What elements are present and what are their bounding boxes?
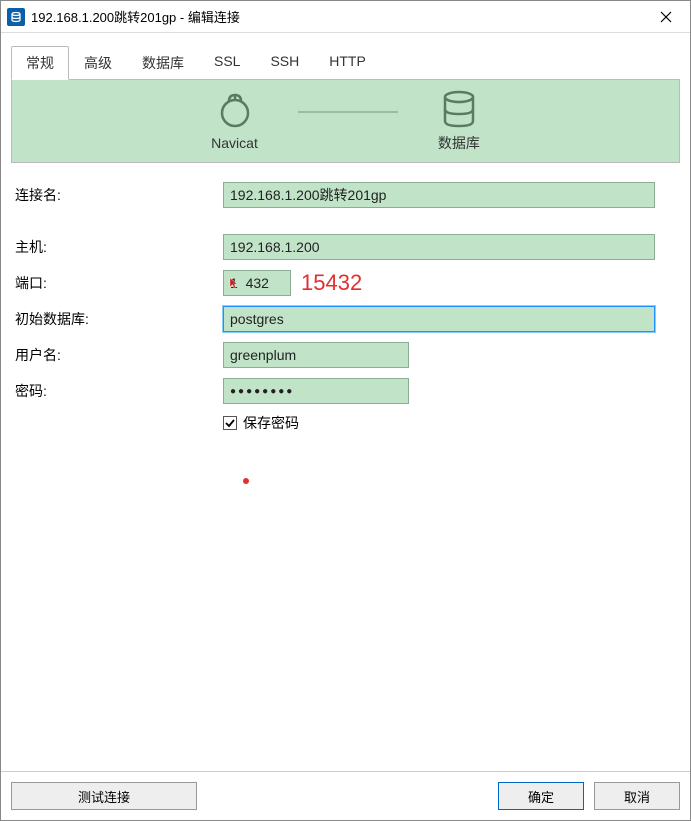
window-title: 192.168.1.200跳转201gp - 编辑连接 [31, 7, 644, 26]
cancel-button[interactable]: 取消 [594, 782, 680, 810]
app-icon [7, 8, 25, 26]
tab-database[interactable]: 数据库 [127, 46, 199, 80]
tab-ssl[interactable]: SSL [199, 46, 255, 80]
titlebar: 192.168.1.200跳转201gp - 编辑连接 [1, 1, 690, 33]
banner-connector-line [298, 111, 398, 113]
navicat-icon [215, 91, 255, 131]
username-label: 用户名: [13, 345, 223, 365]
cursor-pointer-icon [229, 277, 239, 289]
banner-navicat: Navicat [211, 91, 258, 151]
banner-navicat-label: Navicat [211, 135, 258, 151]
password-label: 密码: [13, 381, 223, 401]
tab-advanced[interactable]: 高级 [69, 46, 127, 80]
save-password-label: 保存密码 [243, 413, 299, 433]
connection-name-input[interactable] [223, 182, 655, 208]
password-input[interactable]: ●●●●●●●● [223, 378, 409, 404]
tab-bar: 常规 高级 数据库 SSL SSH HTTP [11, 45, 680, 79]
connection-form: 连接名: 主机: 端口: 15432 初始数据库: [11, 181, 680, 433]
ok-button[interactable]: 确定 [498, 782, 584, 810]
test-connection-button[interactable]: 测试连接 [11, 782, 197, 810]
banner-database-label: 数据库 [438, 133, 480, 153]
red-dot-annotation [243, 478, 249, 484]
close-icon [660, 11, 672, 23]
tab-general[interactable]: 常规 [11, 46, 69, 80]
banner-database: 数据库 [438, 89, 480, 153]
initial-db-input[interactable] [223, 306, 655, 332]
content-area: 常规 高级 数据库 SSL SSH HTTP Navicat [1, 33, 690, 771]
connection-name-label: 连接名: [13, 185, 223, 205]
close-button[interactable] [644, 2, 688, 32]
port-annotation: 15432 [301, 270, 362, 296]
tab-http[interactable]: HTTP [314, 46, 381, 80]
database-icon [441, 89, 477, 129]
edit-connection-dialog: 192.168.1.200跳转201gp - 编辑连接 常规 高级 数据库 SS… [0, 0, 691, 821]
dialog-footer: 测试连接 确定 取消 [1, 771, 690, 820]
host-input[interactable] [223, 234, 655, 260]
check-icon [224, 417, 236, 429]
connection-banner: Navicat 数据库 [11, 79, 680, 163]
initial-db-label: 初始数据库: [13, 309, 223, 329]
tab-ssh[interactable]: SSH [255, 46, 314, 80]
port-label: 端口: [13, 273, 223, 293]
host-label: 主机: [13, 237, 223, 257]
username-input[interactable] [223, 342, 409, 368]
save-password-checkbox[interactable] [223, 416, 237, 430]
